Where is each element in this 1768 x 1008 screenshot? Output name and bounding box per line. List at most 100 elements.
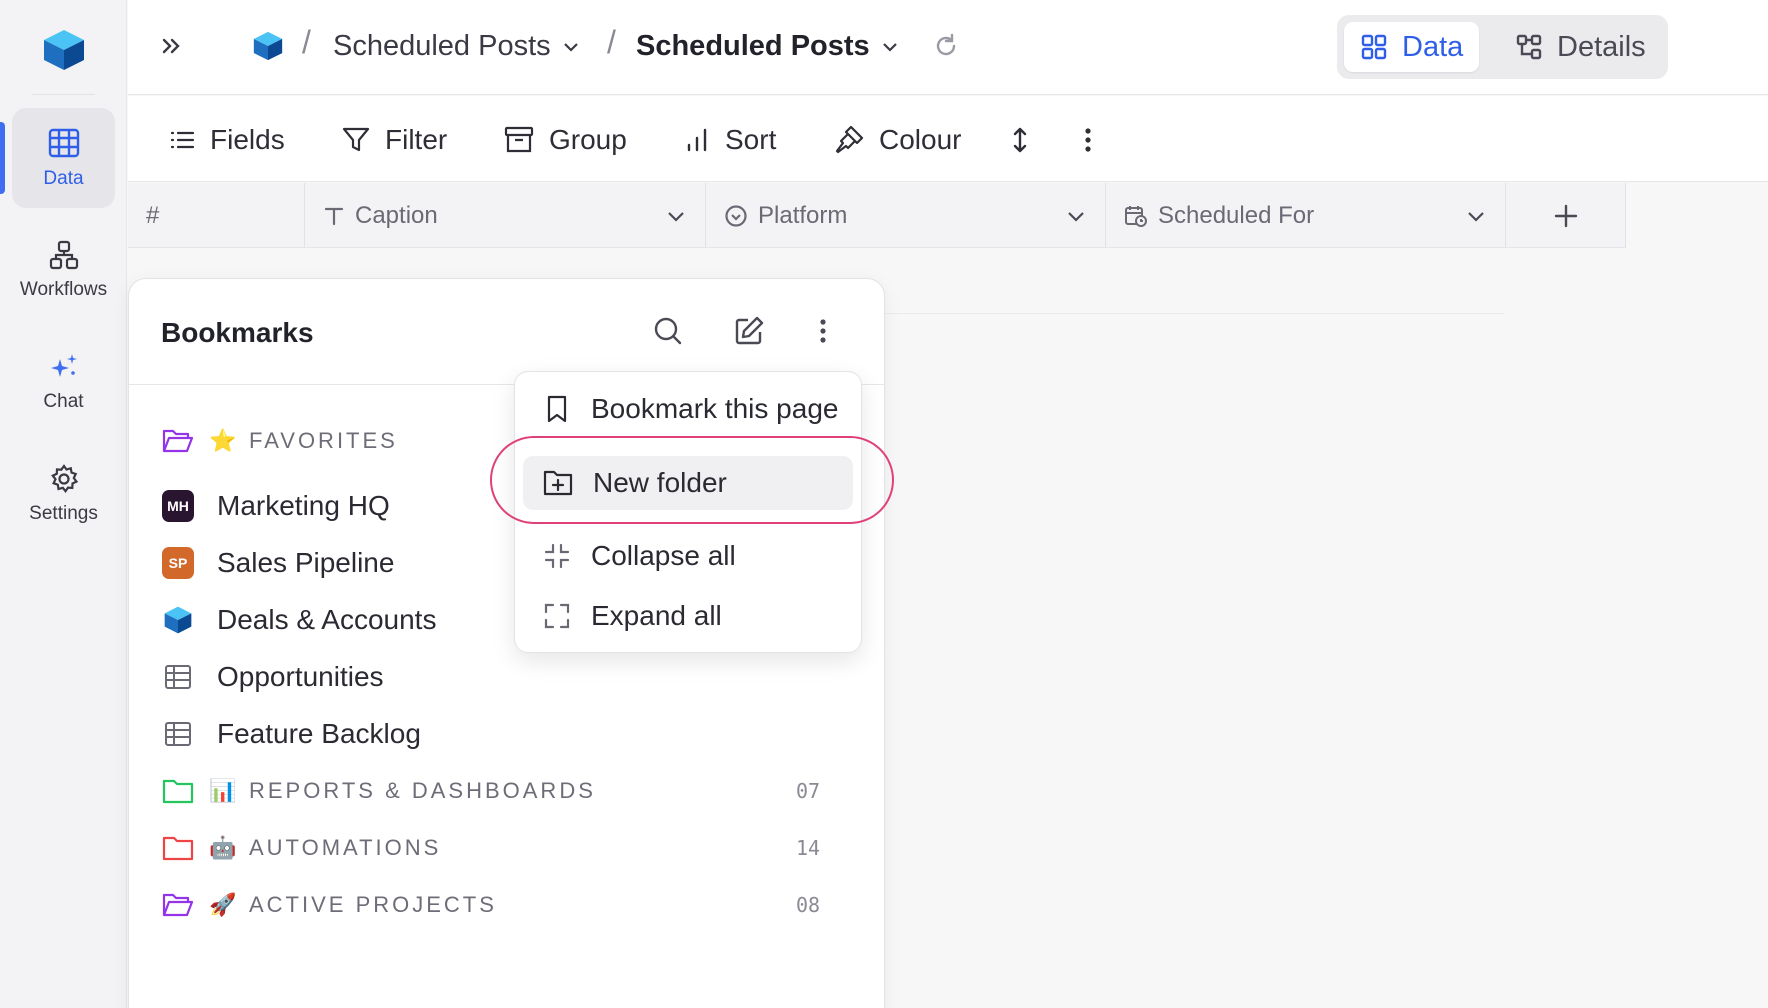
workflow-icon xyxy=(48,239,80,271)
rail-divider xyxy=(32,94,95,95)
grid-icon xyxy=(1360,33,1388,61)
table-icon xyxy=(161,663,195,691)
folder-label: FAVORITES xyxy=(249,428,398,453)
breadcrumb-separator: / xyxy=(607,24,616,60)
column-header-platform[interactable]: Platform xyxy=(706,183,1106,248)
bookmarks-title: Bookmarks xyxy=(161,317,314,348)
text-type-icon xyxy=(323,205,345,227)
colour-label: Colour xyxy=(879,124,962,155)
column-label: Caption xyxy=(355,201,438,229)
bookmark-label: Deals & Accounts xyxy=(217,604,437,635)
column-header-scheduled-for[interactable]: Scheduled For xyxy=(1106,183,1506,248)
new-folder-item[interactable]: New folder xyxy=(523,456,853,510)
expand-sidebar-button[interactable] xyxy=(158,32,186,60)
sparkle-icon xyxy=(48,351,80,383)
paint-brush-icon xyxy=(833,124,865,156)
add-column-button[interactable] xyxy=(1506,183,1626,248)
grid-header: # Caption Platform Scheduled For xyxy=(128,183,1626,248)
sort-label: Sort xyxy=(725,124,777,155)
vertical-arrows-icon xyxy=(1008,125,1032,155)
menu-item-label: Expand all xyxy=(591,600,722,631)
breadcrumb-table[interactable]: Scheduled Posts xyxy=(636,30,900,63)
folder-count: 08 xyxy=(796,893,821,917)
colour-button[interactable]: Colour xyxy=(833,118,961,162)
base-logo-icon[interactable] xyxy=(251,29,285,63)
rail-label: Workflows xyxy=(19,279,108,300)
folder-label: AUTOMATIONS xyxy=(249,835,442,860)
sort-button[interactable]: Sort xyxy=(683,118,776,162)
data-view-button[interactable]: Data xyxy=(1344,22,1480,72)
menu-item-label: Collapse all xyxy=(591,540,736,571)
rail-label: Chat xyxy=(43,391,84,412)
bookmark-item[interactable]: Opportunities xyxy=(161,655,384,699)
rail-label: Settings xyxy=(29,503,98,524)
chevron-down-icon[interactable] xyxy=(1065,205,1087,227)
fields-button[interactable]: Fields xyxy=(168,118,285,162)
chevron-down-icon[interactable] xyxy=(1465,205,1487,227)
bookmark-item[interactable]: Feature Backlog xyxy=(161,712,421,756)
chevron-down-icon xyxy=(880,37,900,57)
toolbar: Fields Filter Group Sort Colour xyxy=(128,96,1768,182)
workspace-avatar: SP xyxy=(162,547,194,579)
app-logo-icon[interactable] xyxy=(40,26,88,74)
column-header-caption[interactable]: Caption xyxy=(305,183,706,248)
rail-item-settings[interactable]: Settings xyxy=(12,444,115,544)
details-view-button[interactable]: Details xyxy=(1499,22,1662,72)
folder-favorites[interactable]: ⭐ FAVORITES xyxy=(161,419,398,463)
folder-automations[interactable]: 🤖 AUTOMATIONS 14 xyxy=(161,826,861,870)
collapse-icon xyxy=(543,542,571,570)
edit-icon[interactable] xyxy=(733,315,765,347)
list-icon xyxy=(168,126,196,154)
folder-open-icon xyxy=(161,891,195,919)
bookmark-label: Opportunities xyxy=(217,661,384,692)
row-height-button[interactable] xyxy=(1008,118,1032,162)
bookmark-item[interactable]: Deals & Accounts xyxy=(161,598,436,642)
view-toggle: Data Details xyxy=(1337,15,1668,79)
rail-item-data[interactable]: Data xyxy=(12,108,115,208)
bookmark-item[interactable]: MH Marketing HQ xyxy=(161,484,390,528)
refresh-icon[interactable] xyxy=(932,32,960,60)
folder-label: REPORTS & DASHBOARDS xyxy=(249,778,596,803)
bookmark-label: Sales Pipeline xyxy=(217,547,395,578)
folder-icon xyxy=(161,778,195,804)
bar-chart-icon: 📊 xyxy=(209,778,237,803)
star-icon: ⭐ xyxy=(209,428,237,453)
column-label: Platform xyxy=(758,201,848,229)
archive-icon xyxy=(503,125,535,155)
more-vertical-icon[interactable] xyxy=(815,315,831,347)
bookmark-this-page-item[interactable]: Bookmark this page xyxy=(523,382,853,436)
workspace-avatar: MH xyxy=(162,490,194,522)
rail-item-workflows[interactable]: Workflows xyxy=(12,220,115,320)
select-circle-icon xyxy=(724,204,748,228)
group-button[interactable]: Group xyxy=(503,118,627,162)
collapse-all-item[interactable]: Collapse all xyxy=(523,529,853,583)
bookmarks-options-menu: Bookmark this page New folder Collapse a… xyxy=(514,371,862,653)
details-view-label: Details xyxy=(1557,30,1646,63)
bookmark-item[interactable]: SP Sales Pipeline xyxy=(161,541,394,585)
breadcrumb-base[interactable]: Scheduled Posts xyxy=(333,30,581,63)
table-icon xyxy=(47,126,81,160)
gear-icon xyxy=(48,463,80,495)
breadcrumb-label: Scheduled Posts xyxy=(333,30,551,62)
column-label: # xyxy=(146,201,160,229)
chevron-down-icon[interactable] xyxy=(665,205,687,227)
base-logo-icon xyxy=(161,604,195,636)
menu-item-label: New folder xyxy=(593,467,727,498)
breadcrumb-separator: / xyxy=(302,24,311,60)
bookmark-icon xyxy=(543,394,571,424)
menu-item-label: Bookmark this page xyxy=(591,393,839,424)
expand-icon xyxy=(543,602,571,630)
table-icon xyxy=(161,720,195,748)
rail-item-chat[interactable]: Chat xyxy=(12,332,115,432)
more-options-button[interactable] xyxy=(1078,118,1098,162)
folder-reports-dashboards[interactable]: 📊 REPORTS & DASHBOARDS 07 xyxy=(161,769,861,813)
folder-active-projects[interactable]: 🚀 ACTIVE PROJECTS 08 xyxy=(161,883,861,927)
rail-label: Data xyxy=(43,168,84,189)
expand-all-item[interactable]: Expand all xyxy=(523,589,853,643)
filter-button[interactable]: Filter xyxy=(341,118,447,162)
search-icon[interactable] xyxy=(652,315,684,347)
column-header-number[interactable]: # xyxy=(128,183,305,248)
folder-count: 07 xyxy=(796,779,821,803)
folder-icon xyxy=(161,835,195,861)
left-rail: Data Workflows Chat Settings xyxy=(0,0,127,1008)
